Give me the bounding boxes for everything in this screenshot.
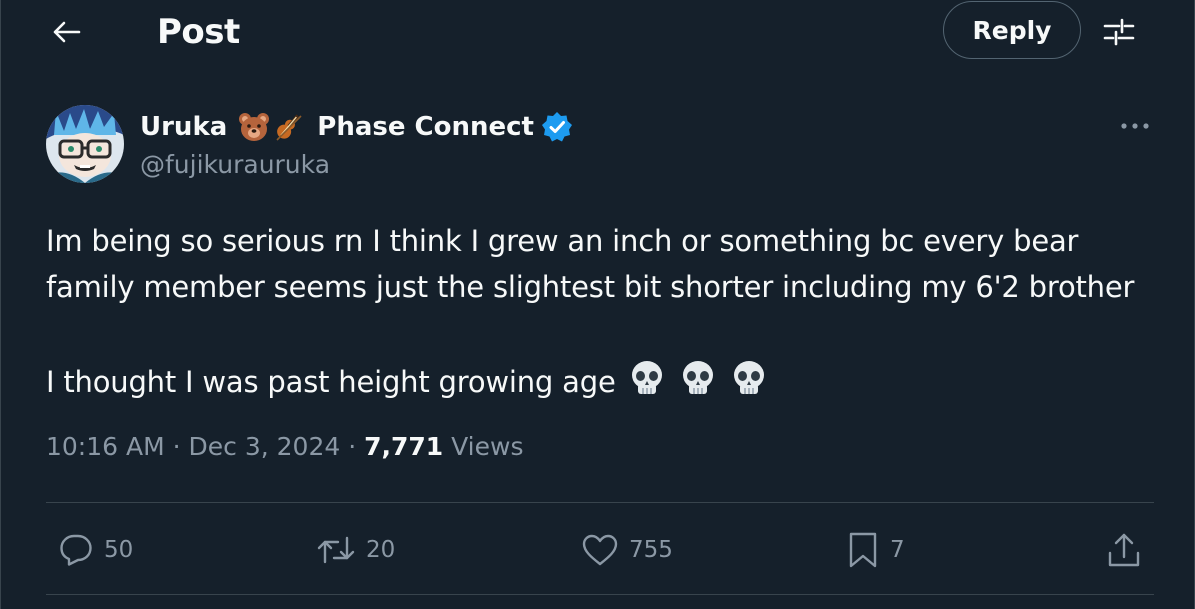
post-time[interactable]: 10:16 AM	[46, 432, 165, 461]
skull-emoji-icon	[733, 361, 764, 394]
bear-emoji-icon	[237, 110, 271, 144]
author-name-row: Uruka Phase Connect	[140, 107, 574, 147]
post-text-line-last: I thought I was past height growing age	[46, 358, 1161, 405]
arrow-left-icon	[53, 21, 81, 43]
views-count: 7,771	[364, 432, 444, 461]
bookmark-count: 7	[890, 537, 905, 563]
repost-action-button[interactable]: 20	[316, 520, 395, 580]
sliders-icon	[1103, 18, 1135, 46]
display-name[interactable]: Uruka	[140, 112, 227, 142]
bookmark-icon	[849, 532, 877, 568]
affiliation-name[interactable]: Phase Connect	[317, 112, 534, 142]
more-options-button[interactable]	[1113, 108, 1157, 144]
bookmark-action-button[interactable]: 7	[846, 520, 905, 580]
post-text-line: I thought I was past height growing age	[46, 365, 616, 399]
views-label: Views	[443, 432, 524, 461]
share-icon	[1108, 533, 1140, 567]
violin-emoji-icon	[271, 110, 305, 144]
reply-icon	[60, 534, 92, 566]
divider	[46, 502, 1154, 503]
skull-emoji-icon	[682, 361, 713, 394]
reply-button[interactable]: Reply	[943, 1, 1081, 59]
repost-icon	[317, 536, 355, 564]
post-text-line: family member seems just the slightest b…	[46, 270, 1135, 304]
action-bar: 50 20 755 7	[46, 520, 1154, 580]
page-title: Post	[157, 12, 240, 52]
divider	[46, 594, 1154, 595]
share-action-button[interactable]	[1106, 520, 1142, 580]
back-button[interactable]	[43, 12, 89, 52]
avatar[interactable]	[46, 105, 124, 183]
like-count: 755	[629, 537, 673, 563]
author-handle[interactable]: @fujikurauruka	[140, 150, 330, 179]
skull-emoji-icon	[631, 361, 662, 394]
heart-icon	[582, 534, 618, 566]
repost-count: 20	[366, 537, 396, 563]
meta-separator: ·	[164, 432, 189, 461]
post-date[interactable]: Dec 3, 2024	[189, 432, 341, 461]
like-action-button[interactable]: 755	[581, 520, 673, 580]
reader-settings-button[interactable]	[1097, 12, 1141, 52]
reply-action-button[interactable]: 50	[58, 520, 133, 580]
meta-separator: ·	[340, 432, 365, 461]
reply-count: 50	[104, 537, 134, 563]
verified-badge-icon[interactable]	[540, 110, 574, 144]
more-horizontal-icon	[1121, 123, 1149, 129]
post-text-line: Im being so serious rn I think I grew an…	[46, 224, 1079, 258]
post-text: Im being so serious rn I think I grew an…	[46, 218, 1161, 405]
avatar-image	[46, 105, 124, 183]
post-page: Post Reply Uruka Phase Connect @fujikura…	[0, 0, 1195, 609]
post-meta: 10:16 AM · Dec 3, 2024 · 7,771 Views	[46, 432, 524, 461]
